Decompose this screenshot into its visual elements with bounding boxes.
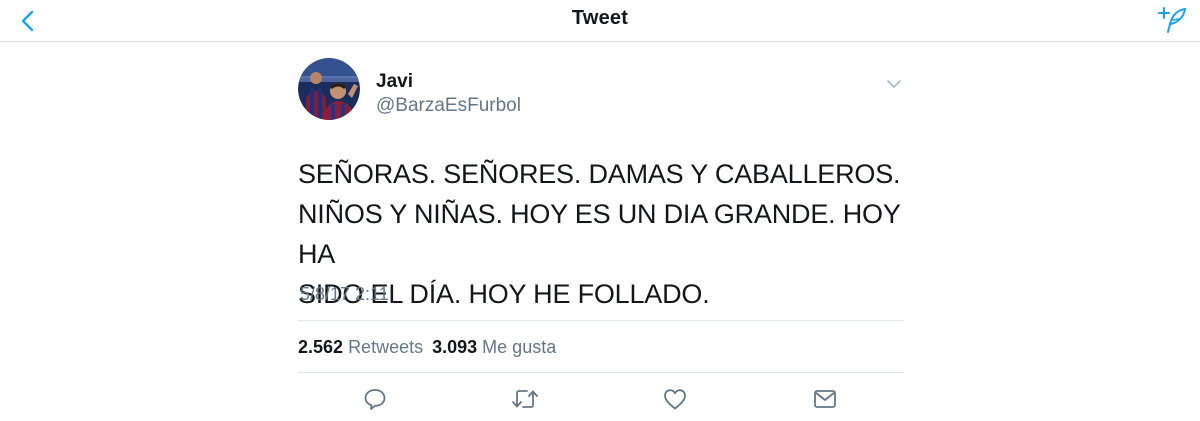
page-title: Tweet <box>571 7 629 29</box>
likes-count: 3.093 <box>432 337 478 357</box>
retweet-button[interactable] <box>509 384 541 414</box>
compose-tweet-button[interactable] <box>1154 2 1192 38</box>
tweet-stats: 2.562 Retweets 3.093 Me gusta <box>298 337 565 358</box>
retweets-count: 2.562 <box>298 337 344 357</box>
author-handle[interactable]: @BarzaEsFurbol <box>376 95 521 117</box>
tweet-text-line: SIDO EL DÍA. HOY HE FOLLADO. <box>298 279 710 309</box>
tweet-text-line: NIÑOS Y NIÑAS. HOY ES UN DIA GRANDE. HOY… <box>298 199 901 269</box>
chevron-down-icon <box>887 80 901 88</box>
reply-icon <box>364 389 386 410</box>
tweet-timestamp: 5/8/17 2:11 <box>300 284 389 304</box>
divider <box>298 372 904 373</box>
direct-message-icon <box>814 390 836 408</box>
retweet-icon <box>512 390 538 408</box>
divider <box>298 320 904 321</box>
like-button[interactable] <box>659 384 691 414</box>
tweet-text-line: SEÑORAS. SEÑORES. DAMAS Y CABALLEROS. <box>298 159 901 189</box>
like-icon <box>664 389 686 410</box>
direct-message-button[interactable] <box>809 384 841 414</box>
avatar[interactable] <box>298 58 360 120</box>
retweets-label: Retweets <box>348 337 424 357</box>
tweet-options-button[interactable] <box>884 74 904 94</box>
likes-label: Me gusta <box>482 337 557 357</box>
reply-button[interactable] <box>359 384 391 414</box>
author-display-name[interactable]: Javi <box>376 71 413 93</box>
likes-stat[interactable]: 3.093 Me gusta <box>432 337 565 357</box>
tweet-text: SEÑORAS. SEÑORES. DAMAS Y CABALLEROS. NI… <box>298 154 904 314</box>
avatar-photo <box>298 58 360 120</box>
retweets-stat[interactable]: 2.562 Retweets <box>298 337 432 357</box>
tweet-actions <box>298 384 904 414</box>
navigation-bar: Tweet <box>0 0 1200 42</box>
tweet-detail-page: Tweet Javi @BarzaEsFurbol SEÑORAS. SEÑOR… <box>0 0 1200 421</box>
compose-tweet-icon <box>1158 7 1186 33</box>
